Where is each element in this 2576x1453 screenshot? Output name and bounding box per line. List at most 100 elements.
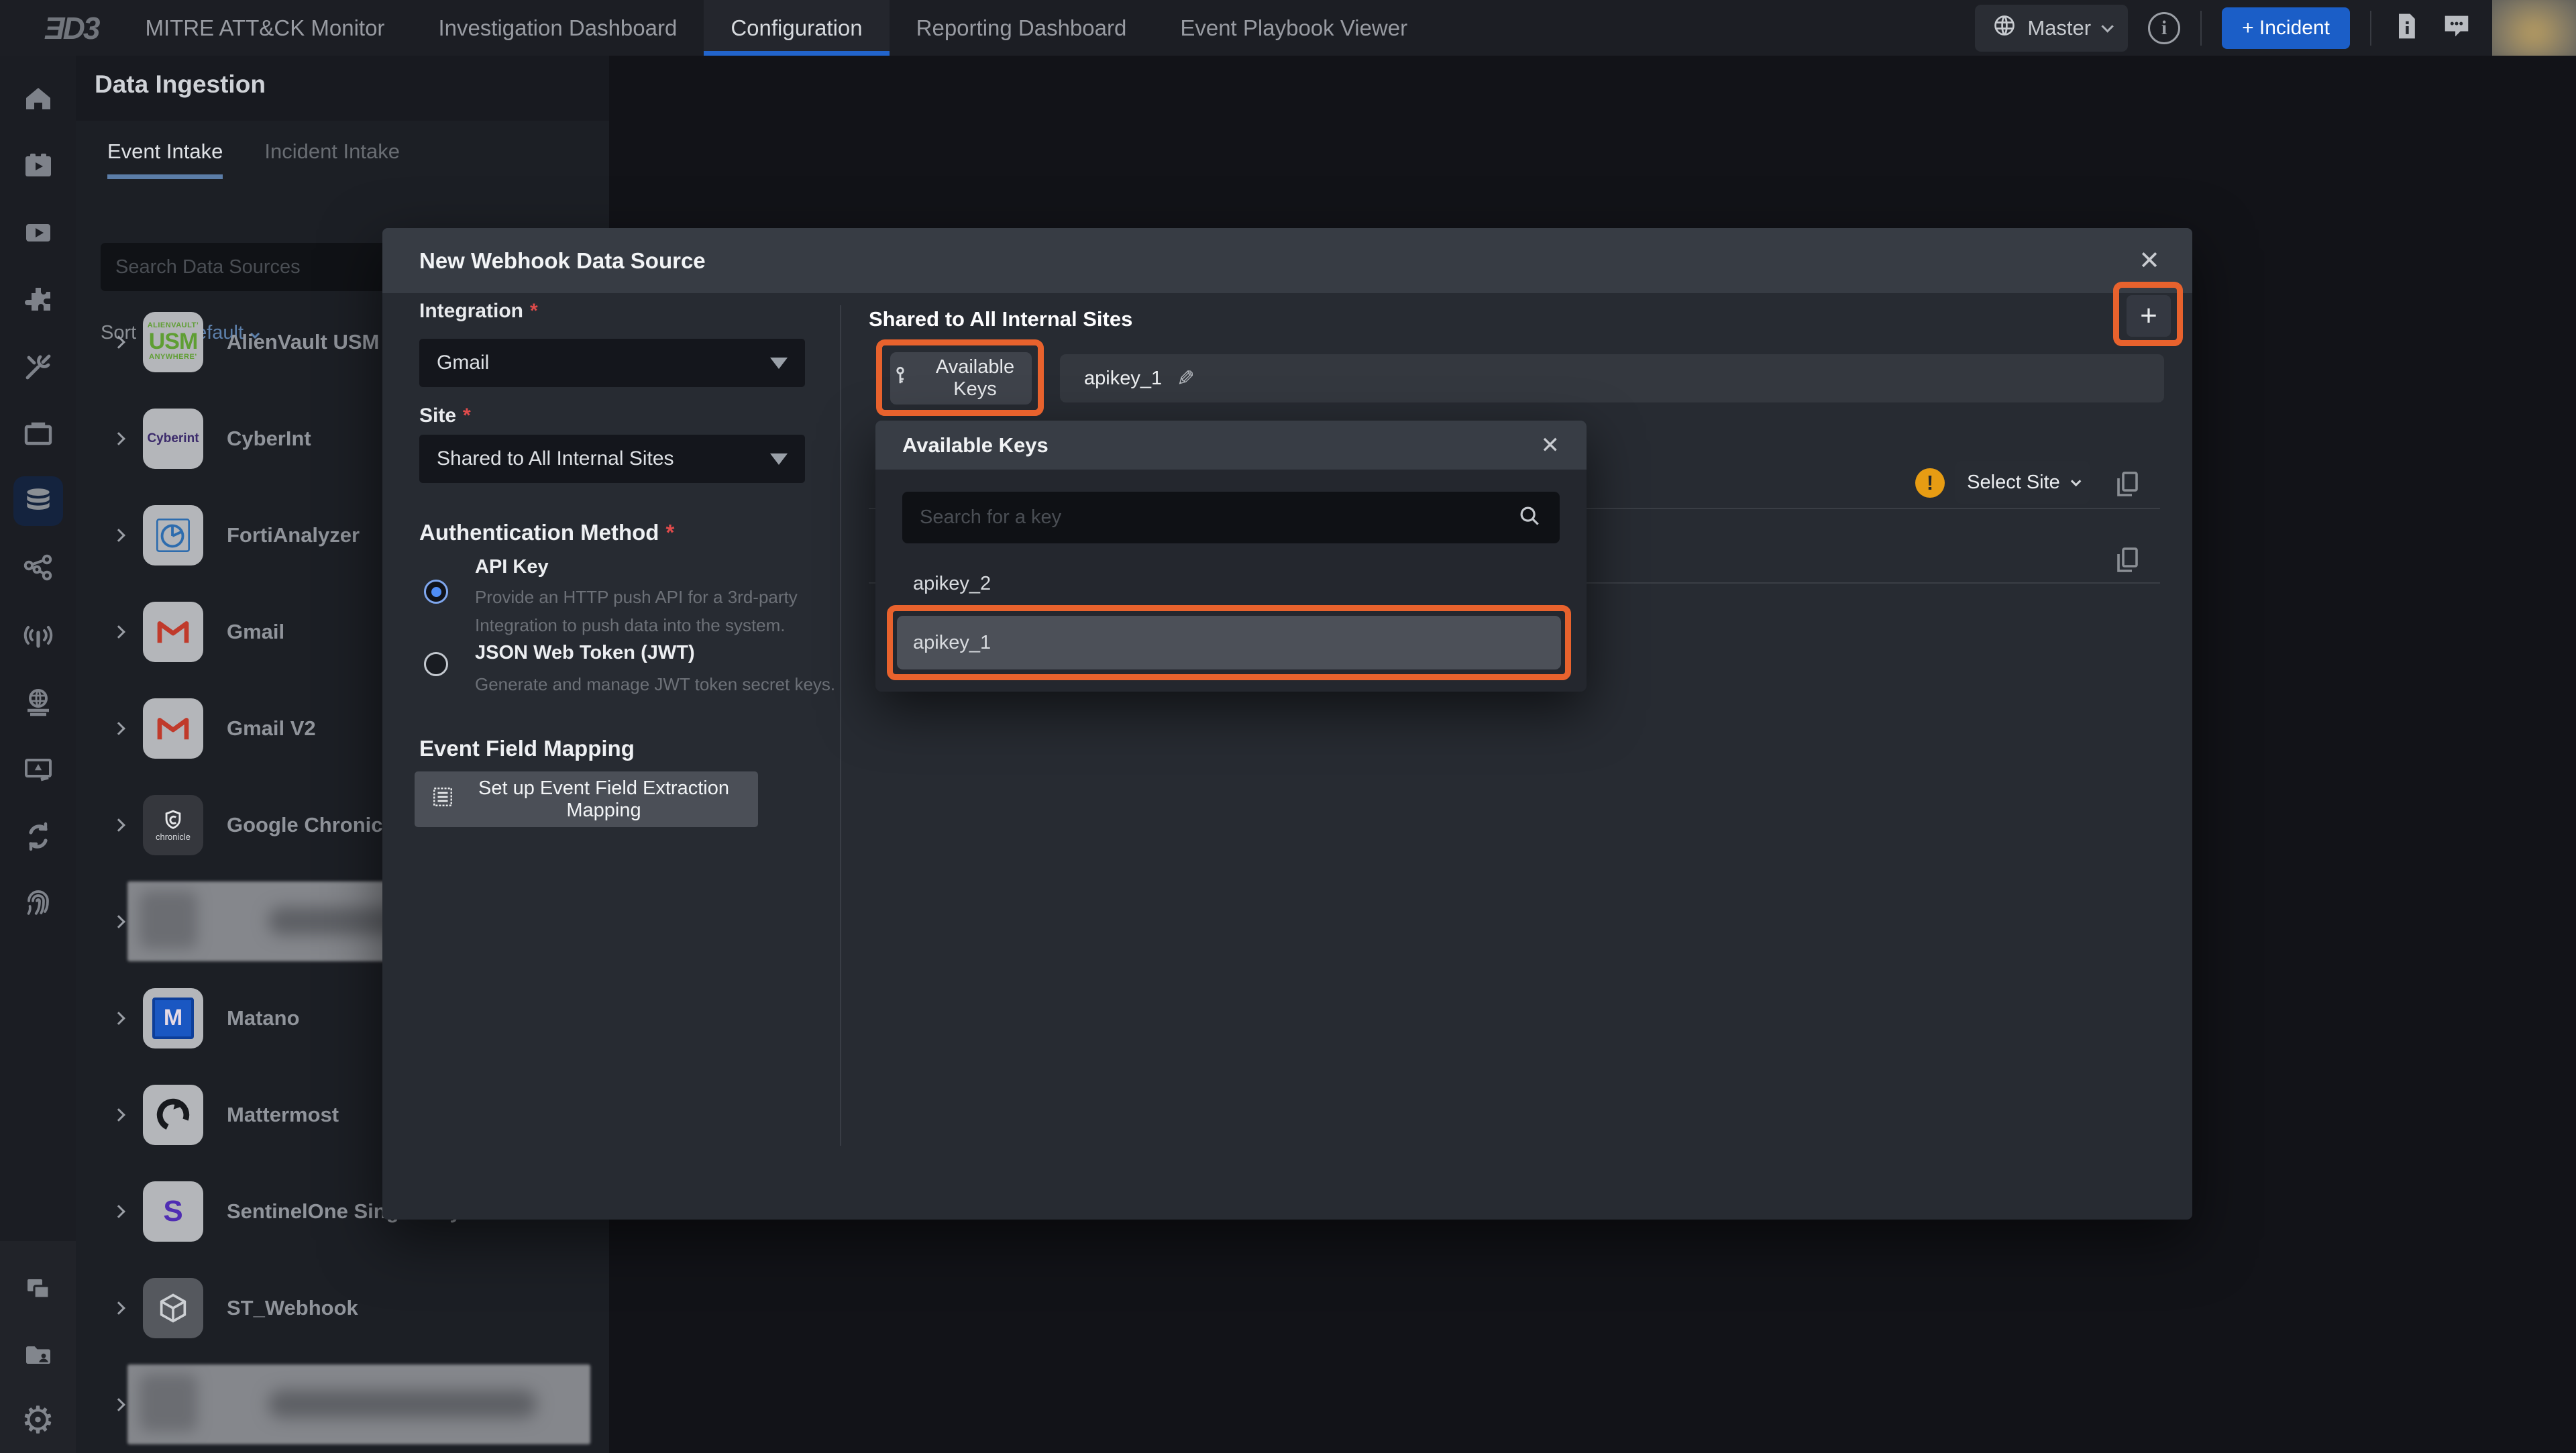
sidebar-item-data-ingestion[interactable]	[0, 468, 76, 535]
chevron-right-icon[interactable]	[112, 1108, 125, 1122]
api-key-option-desc: Provide an HTTP push API for a 3rd-party…	[475, 583, 857, 639]
add-key-button[interactable]: +	[2127, 295, 2171, 337]
incident-report-icon	[13, 745, 63, 794]
chevron-right-icon[interactable]	[112, 722, 125, 735]
caret-down-icon	[770, 453, 788, 465]
sidebar-item-user-folder[interactable]	[0, 1322, 76, 1387]
user-avatar[interactable]	[2492, 0, 2576, 56]
selected-key-name: apikey_1	[1084, 368, 1162, 390]
jwt-option-title: JSON Web Token (JWT)	[475, 642, 695, 664]
site-select-value: Shared to All Internal Sites	[437, 447, 674, 470]
divider	[2200, 11, 2202, 46]
fortianalyzer-logo	[143, 505, 203, 566]
available-key-item-apikey-2[interactable]: apikey_2	[897, 557, 1561, 610]
available-keys-button[interactable]: Available Keys	[890, 352, 1032, 405]
chevron-right-icon[interactable]	[112, 335, 125, 349]
sidebar-item-windows[interactable]	[0, 1257, 76, 1322]
playbook-calendar-icon	[13, 141, 63, 191]
sidebar-item-video-playbook[interactable]	[0, 199, 76, 266]
chevron-down-icon	[2071, 476, 2082, 486]
new-incident-button[interactable]: + Incident	[2222, 7, 2350, 49]
nav-item-event-playbook-viewer[interactable]: Event Playbook Viewer	[1153, 0, 1434, 56]
network-nodes-icon	[13, 543, 63, 593]
auth-method-label: Authentication Method*	[419, 520, 674, 545]
chevron-right-icon[interactable]	[112, 1398, 125, 1411]
setup-extraction-mapping-label: Set up Event Field Extraction Mapping	[466, 777, 742, 822]
chat-icon[interactable]	[2441, 11, 2472, 45]
key-search-input[interactable]	[920, 506, 1517, 529]
integration-row-redacted[interactable]	[76, 1356, 609, 1452]
chevron-right-icon[interactable]	[112, 1301, 125, 1315]
st-webhook-logo	[143, 1278, 203, 1338]
copy-url-icon[interactable]	[2111, 468, 2143, 502]
board-icon	[13, 409, 63, 459]
site-scope-dropdown[interactable]: Master	[1975, 5, 2128, 52]
sidebar-item-fingerprint[interactable]	[0, 870, 76, 937]
jwt-option-desc: Generate and manage JWT token secret key…	[475, 670, 857, 698]
google-chronicle-logo: chronicle	[143, 795, 203, 855]
integration-name: CyberInt	[227, 427, 311, 451]
chevron-right-icon[interactable]	[112, 432, 125, 445]
close-icon[interactable]: ✕	[1541, 434, 1560, 457]
divider	[2370, 11, 2371, 46]
chevron-right-icon[interactable]	[112, 1205, 125, 1218]
integration-select[interactable]: Gmail	[419, 339, 805, 387]
puzzle-icon	[13, 275, 63, 325]
selected-key-panel: apikey_1 ✎	[1060, 354, 2164, 402]
primary-nav: MITRE ATT&CK MonitorInvestigation Dashbo…	[118, 0, 1434, 56]
top-nav-right: Master i + Incident	[1975, 0, 2576, 56]
nav-item-mitre-att-ck-monitor[interactable]: MITRE ATT&CK Monitor	[118, 0, 411, 56]
fingerprint-icon	[13, 879, 63, 928]
d3-logo: ƎD3	[44, 10, 98, 46]
radio-jwt[interactable]	[424, 652, 448, 676]
edit-key-icon[interactable]: ✎	[1177, 366, 1195, 391]
sidebar-item-web[interactable]	[0, 669, 76, 736]
broadcast-icon	[13, 610, 63, 660]
sidebar-item-incident-report[interactable]	[0, 736, 76, 803]
sidebar-item-home[interactable]	[0, 65, 76, 132]
windows-copy-icon	[13, 1265, 63, 1315]
close-icon[interactable]: ✕	[2139, 248, 2160, 274]
site-select[interactable]: Shared to All Internal Sites	[419, 435, 805, 483]
settings-gear-icon: ⚙	[13, 1395, 63, 1445]
integration-name: ST_Webhook	[227, 1296, 358, 1320]
redacted-blur	[127, 1364, 590, 1444]
sidebar-item-utilities[interactable]	[0, 333, 76, 400]
copy-url-icon[interactable]	[2111, 544, 2143, 578]
integration-label: Integration*	[419, 300, 538, 323]
top-nav: ƎD3 MITRE ATT&CK MonitorInvestigation Da…	[0, 0, 2576, 56]
setup-extraction-mapping-button[interactable]: Set up Event Field Extraction Mapping	[415, 771, 758, 827]
mapping-grid-icon	[431, 785, 455, 814]
new-webhook-modal: New Webhook Data Source ✕ Integration* G…	[382, 228, 2192, 1220]
info-icon[interactable]: i	[2148, 12, 2180, 44]
sidebar-item-broadcast[interactable]	[0, 602, 76, 669]
sidebar-item-playbook-calendar[interactable]	[0, 132, 76, 199]
site-label: Site*	[419, 405, 471, 427]
integration-row-st-webhook[interactable]: ST_Webhook	[76, 1260, 609, 1356]
sidebar-item-network[interactable]	[0, 535, 76, 602]
user-folder-icon	[13, 1330, 63, 1380]
chevron-right-icon[interactable]	[112, 1012, 125, 1025]
release-notes-icon[interactable]	[2392, 11, 2421, 44]
sync-icon	[13, 812, 63, 861]
sentinelone-logo: S	[143, 1181, 203, 1242]
available-keys-button-label: Available Keys	[918, 356, 1032, 400]
nav-item-configuration[interactable]: Configuration	[704, 0, 889, 56]
nav-item-reporting-dashboard[interactable]: Reporting Dashboard	[890, 0, 1154, 56]
sidebar-item-sync[interactable]	[0, 803, 76, 870]
sidebar-item-settings[interactable]: ⚙	[0, 1388, 76, 1453]
sidebar-item-board[interactable]	[0, 400, 76, 468]
available-key-item-apikey-1[interactable]: apikey_1	[897, 616, 1561, 669]
chevron-right-icon[interactable]	[112, 529, 125, 542]
select-site-dropdown[interactable]: Select Site	[1955, 461, 2090, 504]
nav-item-investigation-dashboard[interactable]: Investigation Dashboard	[411, 0, 704, 56]
chevron-right-icon[interactable]	[112, 915, 125, 928]
chevron-right-icon[interactable]	[112, 818, 125, 832]
site-scope-label: Master	[2027, 16, 2091, 40]
modal-header: New Webhook Data Source ✕	[382, 228, 2192, 293]
mattermost-logo	[143, 1085, 203, 1145]
sidebar-item-integrations[interactable]	[0, 266, 76, 333]
radio-api-key[interactable]	[424, 580, 448, 604]
key-icon	[890, 366, 910, 391]
chevron-right-icon[interactable]	[112, 625, 125, 639]
